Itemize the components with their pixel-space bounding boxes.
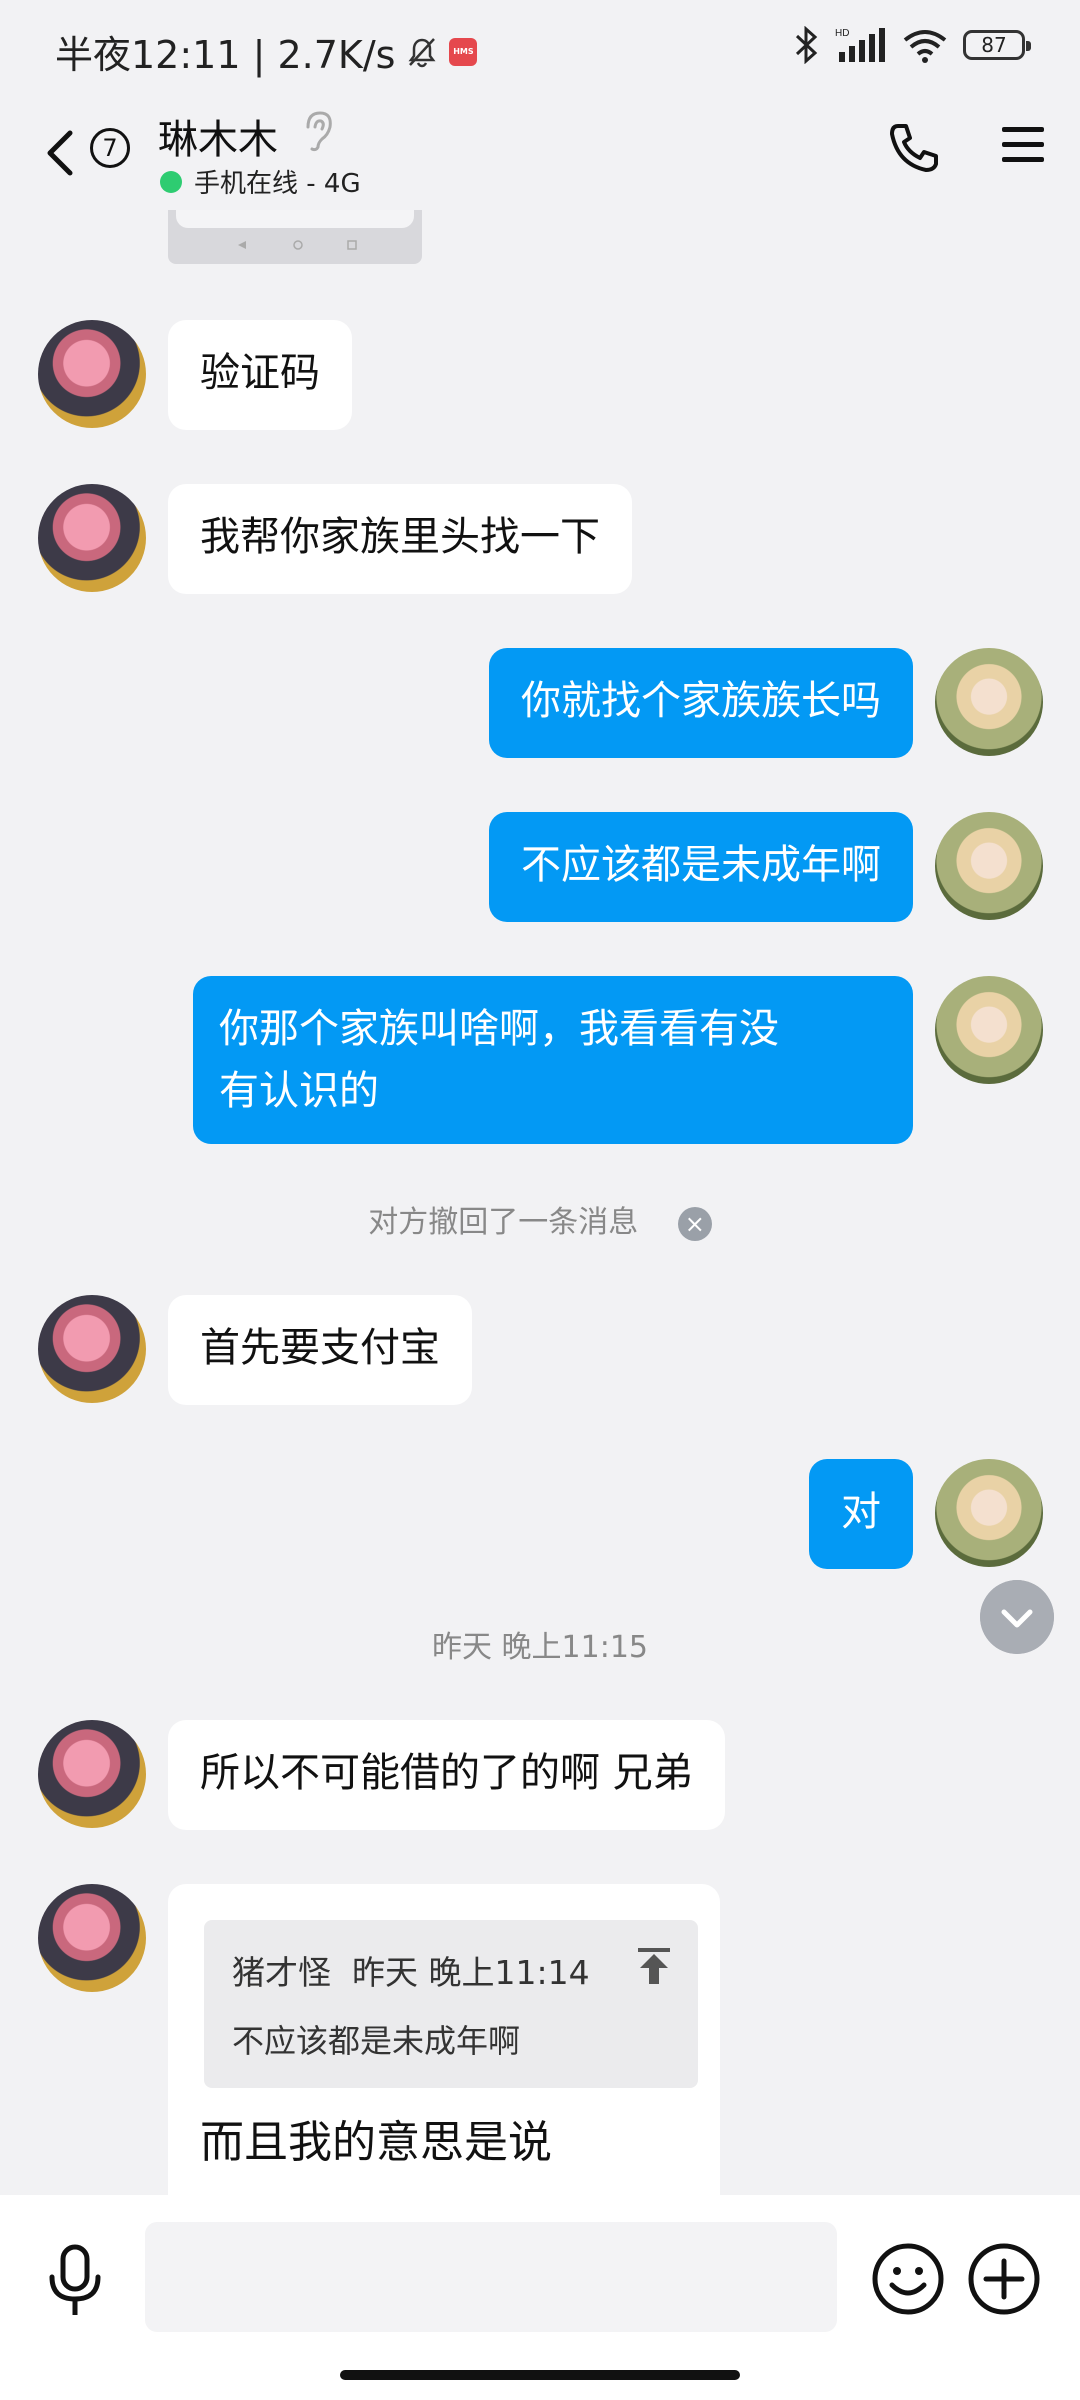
outgoing-message[interactable]: 你那个家族叫啥啊，我看看有没 有认识的 [193,976,913,1144]
home-indicator[interactable] [340,2370,740,2380]
microphone-icon[interactable] [44,2243,106,2319]
online-status: 手机在线 - 4G [160,163,361,200]
incoming-message[interactable]: 验证码 [168,320,352,430]
image-message-fragment[interactable] [168,210,422,264]
outgoing-message[interactable]: 对 [809,1459,913,1569]
contact-avatar[interactable] [38,1720,146,1828]
svg-text:HD: HD [835,28,849,39]
jump-to-top-icon[interactable] [636,1946,672,1986]
hms-icon: HMS [449,37,478,66]
unread-count-badge[interactable]: 7 [90,128,130,168]
nav-buttons-icon [238,240,357,250]
input-bar [0,2195,1080,2400]
bluetooth-icon [795,26,818,64]
bell-muted-icon [408,37,436,67]
status-bar: 半夜12:11 | 2.7K/s HMS HD 87 [0,0,1080,95]
signal-icon: HD [835,28,885,62]
status-right: HD 87 [791,26,1031,64]
quoted-reply[interactable]: 猪才怪 昨天 晚上11:14 不应该都是未成年啊 [204,1920,698,2088]
wifi-icon [903,30,947,63]
contact-avatar[interactable] [38,320,146,428]
menu-icon[interactable] [1000,125,1046,165]
incoming-message[interactable]: 所以不可能借的了的啊 兄弟 [168,1720,725,1830]
message-list[interactable]: 验证码 我帮你家族里头找一下 你就找个家族族长吗 不应该都是未成年啊 你那个家族… [0,210,1080,2195]
my-avatar[interactable] [935,1459,1043,1567]
quote-header: 猪才怪 昨天 晚上11:14 [232,1953,590,1992]
outgoing-message[interactable]: 你就找个家族族长吗 [489,648,913,758]
online-status-text: 手机在线 - 4G [194,169,361,199]
online-dot-icon [160,170,182,193]
recall-notice-text: 对方撤回了一条消息 [368,1205,639,1240]
phone-call-icon[interactable] [886,120,942,176]
quoted-reply-text: 而且我的意思是说 [200,2117,552,2168]
recall-notice: 对方撤回了一条消息 × [0,1197,1080,1241]
contact-avatar[interactable] [38,484,146,592]
my-avatar[interactable] [935,648,1043,756]
scroll-down-icon[interactable] [980,1580,1054,1654]
incoming-message[interactable]: 我帮你家族里头找一下 [168,484,632,594]
close-icon[interactable]: × [677,1206,712,1241]
quote-text: 不应该都是未成年啊 [232,2022,521,2060]
timestamp-divider: 昨天 晚上11:15 [432,1630,648,1665]
plus-icon[interactable] [966,2241,1042,2317]
incoming-message[interactable]: 首先要支付宝 [168,1295,472,1405]
my-avatar[interactable] [935,976,1043,1084]
emoji-icon[interactable] [870,2241,946,2317]
contact-avatar[interactable] [38,1295,146,1403]
contact-avatar[interactable] [38,1884,146,1992]
battery-icon: 87 [963,30,1031,60]
incoming-quoted-message[interactable]: 猪才怪 昨天 晚上11:14 不应该都是未成年啊 而且我的意思是说 [168,1884,720,2195]
status-time-speed: 半夜12:11 | 2.7K/s [55,33,396,77]
back-arrow-icon[interactable] [40,123,80,183]
outgoing-message[interactable]: 不应该都是未成年啊 [489,812,913,922]
ear-icon[interactable] [300,109,336,153]
status-left: 半夜12:11 | 2.7K/s HMS [55,24,478,79]
contact-name[interactable]: 琳木木 [158,107,278,165]
message-input[interactable] [145,2222,837,2332]
chat-header: 7 琳木木 手机在线 - 4G [0,95,1080,210]
my-avatar[interactable] [935,812,1043,920]
